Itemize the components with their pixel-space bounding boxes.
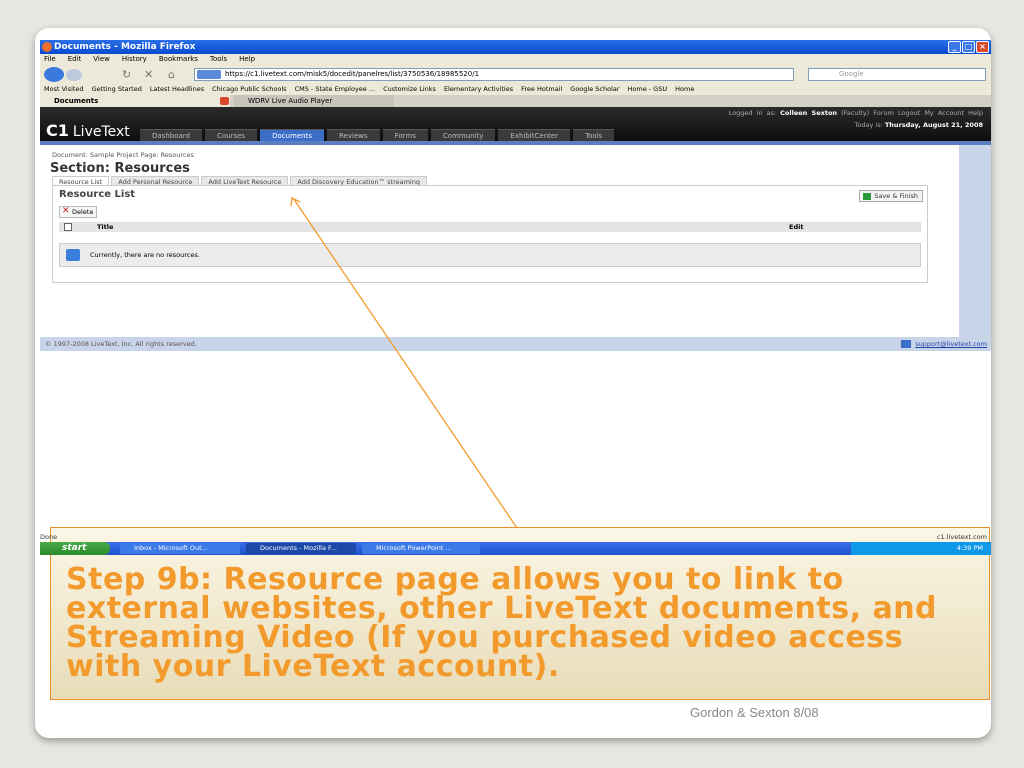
pointer-arrow xyxy=(290,197,518,529)
slide: Documents - Mozilla Firefox _ □ × File E… xyxy=(35,28,991,738)
